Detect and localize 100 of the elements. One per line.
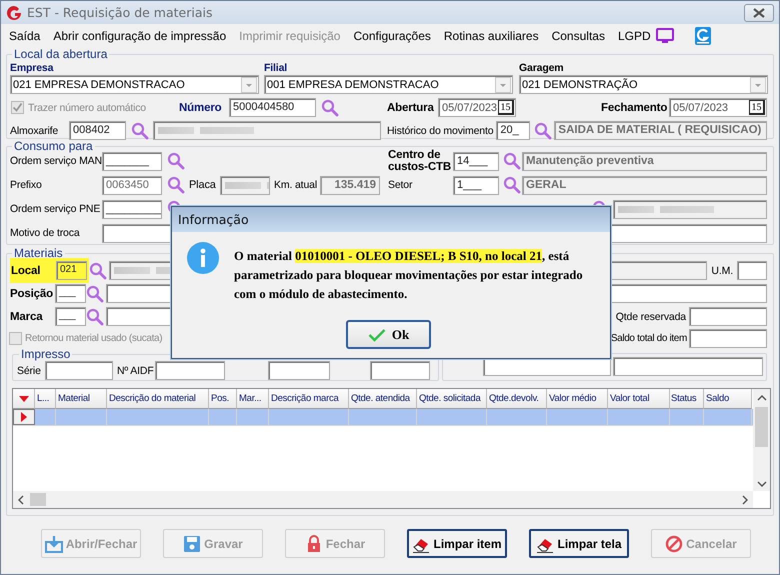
input-field[interactable]: 5000404580 [229, 98, 316, 117]
search-icon[interactable] [86, 284, 104, 302]
field-label: Série [17, 364, 42, 376]
column-header[interactable]: Mar... [237, 389, 269, 409]
search-icon[interactable] [89, 262, 107, 280]
input-field[interactable] [689, 328, 767, 348]
row-pointer-icon [21, 412, 27, 422]
field-label: Empresa [10, 62, 54, 74]
input-field[interactable] [370, 361, 430, 380]
save-icon [183, 534, 202, 552]
column-header[interactable]: Valor total [608, 389, 670, 409]
column-header[interactable]: Qtde. solicitada [417, 389, 487, 409]
scroll-left-icon[interactable] [18, 494, 24, 504]
input-field[interactable] [155, 361, 225, 380]
field-label: Fechamento [601, 102, 668, 114]
input-field[interactable]: _________ [102, 200, 162, 218]
menu-item[interactable]: Configurações [353, 28, 431, 42]
close-icon [753, 8, 765, 18]
search-icon[interactable] [86, 308, 104, 326]
field-label: Local [11, 264, 42, 276]
group-title: Materiais [13, 246, 64, 260]
dropdown[interactable]: 001 EMPRESA DEMONSTRACAO [264, 75, 513, 94]
horizontal-scrollbar[interactable] [13, 491, 753, 508]
input-field[interactable]: 14___ [453, 152, 499, 170]
sort-down-icon [18, 396, 28, 402]
input-field[interactable] [268, 361, 330, 380]
column-header[interactable]: L... [35, 389, 56, 409]
column-header[interactable] [13, 389, 35, 409]
search-icon[interactable] [503, 152, 521, 170]
column-header[interactable]: Descrição marca [269, 389, 349, 409]
vertical-scrollbar[interactable] [753, 389, 770, 491]
column-header[interactable]: Material [56, 389, 107, 409]
scrollbar-thumb[interactable] [30, 493, 46, 506]
input-field[interactable]: 0063450 [102, 176, 162, 194]
search-icon[interactable] [167, 176, 185, 194]
input-field[interactable] [737, 261, 767, 280]
ok-button[interactable]: Ok [346, 320, 431, 349]
input-field[interactable]: 1___ [453, 176, 499, 194]
scroll-right-icon[interactable] [742, 494, 748, 504]
menu-item[interactable]: Consultas [552, 28, 605, 42]
field-label: Número [179, 102, 223, 114]
column-header[interactable]: Valor médio [547, 389, 608, 409]
menu-item[interactable]: Rotinas auxiliares [444, 28, 539, 42]
group-title: Local da abertura [13, 47, 108, 61]
input-field[interactable]: 20_ [496, 121, 530, 140]
field-label: Histórico do movimento [387, 124, 494, 136]
calendar-button[interactable]: 15 [498, 100, 514, 115]
redacted-field [220, 176, 270, 194]
app-logo-icon[interactable] [694, 26, 711, 44]
clear-button[interactable]: Limpar item [407, 529, 507, 558]
search-icon[interactable] [321, 98, 339, 116]
field-label: Prefixo [10, 179, 43, 191]
column-header[interactable]: Status [670, 389, 704, 409]
field-label: Garagem [519, 62, 564, 74]
field-label: Motivo de troca [10, 227, 81, 239]
menu-item[interactable]: LGPD [618, 28, 651, 42]
description-field: 135.419 [320, 176, 380, 194]
column-header[interactable]: Descrição do material [107, 389, 209, 409]
input-field[interactable]: ___ [55, 284, 86, 303]
cancel-button: Cancelar [651, 529, 751, 558]
app-logo-icon [6, 4, 22, 20]
calendar-button[interactable]: 15 [749, 100, 765, 115]
input-field[interactable] [45, 361, 113, 380]
menu-item[interactable]: Abrir configuração de impressão [53, 28, 226, 42]
scroll-down-icon[interactable] [756, 481, 766, 487]
checkbox-label: Retornou material usado (sucata) [25, 332, 162, 344]
column-header[interactable]: Saldo [704, 389, 752, 409]
search-icon[interactable] [131, 122, 149, 140]
date-field[interactable]: 05/07/2023 15 [438, 98, 516, 117]
date-field[interactable]: 05/07/2023 15 [669, 98, 767, 117]
input-field[interactable]: ___ [55, 307, 86, 326]
input-field[interactable]: _______ [102, 152, 162, 170]
lock-button: Fechar [285, 529, 385, 558]
field-label: Nº AIDF [117, 364, 155, 376]
input-field[interactable] [689, 307, 767, 326]
search-icon[interactable] [534, 122, 552, 140]
menu-item: Imprimir requisição [239, 28, 340, 42]
field-label: Posição [10, 288, 54, 300]
field-label: Almoxarife [10, 124, 60, 136]
dropdown[interactable]: 021 EMPRESA DEMONSTRACAO [10, 75, 259, 94]
field-label: Marca [10, 310, 44, 322]
dropdown[interactable]: 021 DEMONSTRAÇÃO [519, 75, 768, 94]
monitor-icon[interactable] [656, 28, 674, 44]
date-value: 05/07/2023 [442, 102, 498, 114]
column-header[interactable]: Pos. [209, 389, 237, 409]
scrollbar-thumb[interactable] [755, 407, 768, 447]
dialog-title: Informação [178, 212, 249, 227]
clear-button[interactable]: Limpar tela [529, 529, 629, 558]
column-header[interactable]: Qtde.devolv. [487, 389, 547, 409]
search-icon[interactable] [167, 152, 185, 170]
column-header[interactable]: Qtde. atendida [349, 389, 417, 409]
input-field[interactable]: 008402 [69, 121, 126, 140]
input-field[interactable]: 021 [56, 261, 87, 280]
field-label: Ordem serviço PNE [10, 203, 102, 215]
close-button[interactable] [744, 4, 774, 22]
scroll-up-icon[interactable] [756, 395, 766, 401]
menu-item[interactable]: Saída [9, 28, 40, 42]
search-icon[interactable] [503, 176, 521, 194]
input-field[interactable] [613, 357, 763, 376]
description-field: SAIDA DE MATERIAL ( REQUISICAO) [554, 121, 767, 140]
